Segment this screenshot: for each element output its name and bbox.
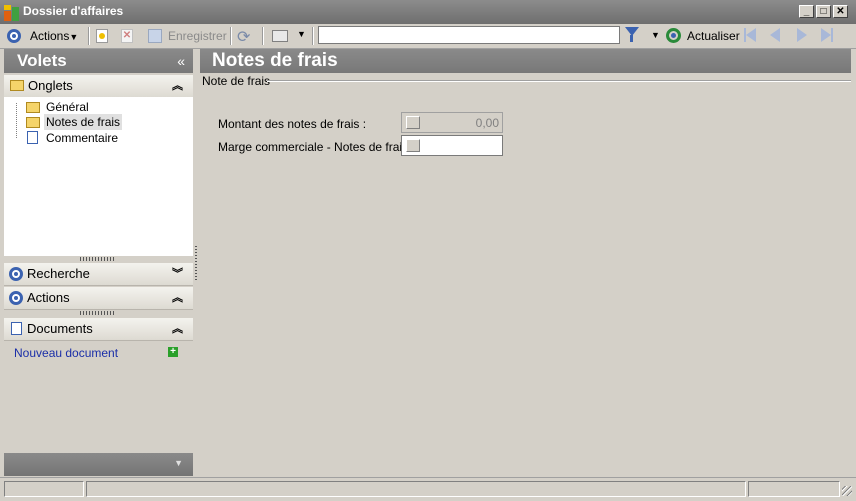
filter-dropdown-arrow-icon[interactable]: ▼ [651,30,660,40]
first-record-icon[interactable] [746,28,756,42]
actions-menu-label: Actions [30,29,70,43]
actions-section-header[interactable]: Actions ︽ [4,287,193,310]
close-button[interactable]: ✕ [833,5,848,18]
margin-field[interactable] [401,135,503,156]
tree-line [16,103,18,138]
document-icon [11,322,22,335]
toolbar-separator [312,27,314,45]
margin-label: Marge commerciale - Notes de frais : [218,140,415,154]
onglets-title: Onglets [28,78,73,93]
toolbar-separator [88,27,90,45]
minimize-button[interactable]: _ [799,5,814,18]
collapse-chevron-icon[interactable]: ︽ [172,318,183,340]
group-divider [267,80,851,82]
folder-icon [10,80,24,91]
folder-icon [26,102,40,113]
print-icon[interactable] [272,30,288,42]
toolbar-separator [230,27,232,45]
sync-icon[interactable]: ⟳ [237,27,250,47]
new-document-link[interactable]: Nouveau document [14,346,118,360]
actions-title: Actions [27,290,70,305]
tree-item-label: Commentaire [46,131,119,145]
documents-section-header[interactable]: Documents ︽ [4,318,193,341]
maximize-button[interactable]: □ [816,5,831,18]
volets-title: Volets [17,51,67,70]
folder-open-icon [26,117,40,128]
recherche-section-header[interactable]: Recherche ︾ [4,263,193,286]
previous-record-icon[interactable] [770,28,780,42]
splitter-grip[interactable] [80,257,116,261]
documents-title: Documents [27,321,93,336]
volets-header: Volets « [4,49,193,73]
amount-label: Montant des notes de frais : [218,117,367,131]
recherche-title: Recherche [27,266,90,281]
amount-field[interactable]: 0,00 [401,112,503,133]
expand-chevron-icon[interactable]: ︾ [172,263,183,285]
tree-item-label: Général [46,100,89,114]
resize-grip[interactable] [842,486,852,496]
dropdown-arrow-icon: ▼ [69,32,79,42]
onglets-section-header[interactable]: Onglets ︽ [4,75,193,98]
status-cell [86,481,746,497]
search-icon [9,267,23,281]
splitter-grip[interactable] [80,311,116,315]
refresh-button[interactable]: Actualiser [687,24,740,48]
group-title: Note de frais [202,74,271,88]
collapse-chevron-icon[interactable]: ︽ [172,287,183,309]
main-header: Notes de frais [200,49,851,73]
delete-icon[interactable]: ✕ [121,29,133,43]
actions-menu-icon [7,29,21,43]
last-record-icon[interactable] [821,28,831,42]
collapse-panel-icon[interactable]: « [177,49,185,73]
page-title: Notes de frais [212,50,338,71]
last-record-icon-bar [831,28,833,42]
toolbar-separator [262,27,264,45]
window-title: Dossier d'affaires [23,4,124,18]
field-picker-icon[interactable] [406,139,420,152]
status-cell [4,481,84,497]
save-icon[interactable] [148,29,162,43]
title-bar: Dossier d'affaires _ □ ✕ [0,0,856,25]
new-icon[interactable] [96,29,108,43]
vertical-splitter-grip[interactable] [195,246,197,280]
dropdown-arrow-icon[interactable]: ▼ [174,458,183,468]
filter-icon-stem [630,35,633,42]
refresh-icon[interactable] [666,28,681,43]
field-picker-icon[interactable] [406,116,420,129]
app-icon [4,5,20,21]
documents-panel: Nouveau document + [4,342,193,452]
save-button[interactable]: Enregistrer [168,24,227,48]
tree-item-label: Notes de frais [44,114,123,130]
onglets-tree: Général Notes de frais Commentaire [4,97,193,256]
add-icon[interactable]: + [168,347,178,357]
search-input[interactable] [318,26,620,44]
print-dropdown-arrow-icon[interactable]: ▼ [297,29,306,39]
actions-menu-button[interactable]: Actions▼ [30,24,78,48]
panel-footer: ▼ [4,453,193,476]
document-icon [27,131,38,144]
status-bar [0,477,856,501]
next-record-icon[interactable] [797,28,807,42]
amount-value: 0,00 [475,116,499,130]
actions-icon [9,291,23,305]
status-cell [748,481,840,497]
collapse-chevron-icon[interactable]: ︽ [172,75,183,97]
